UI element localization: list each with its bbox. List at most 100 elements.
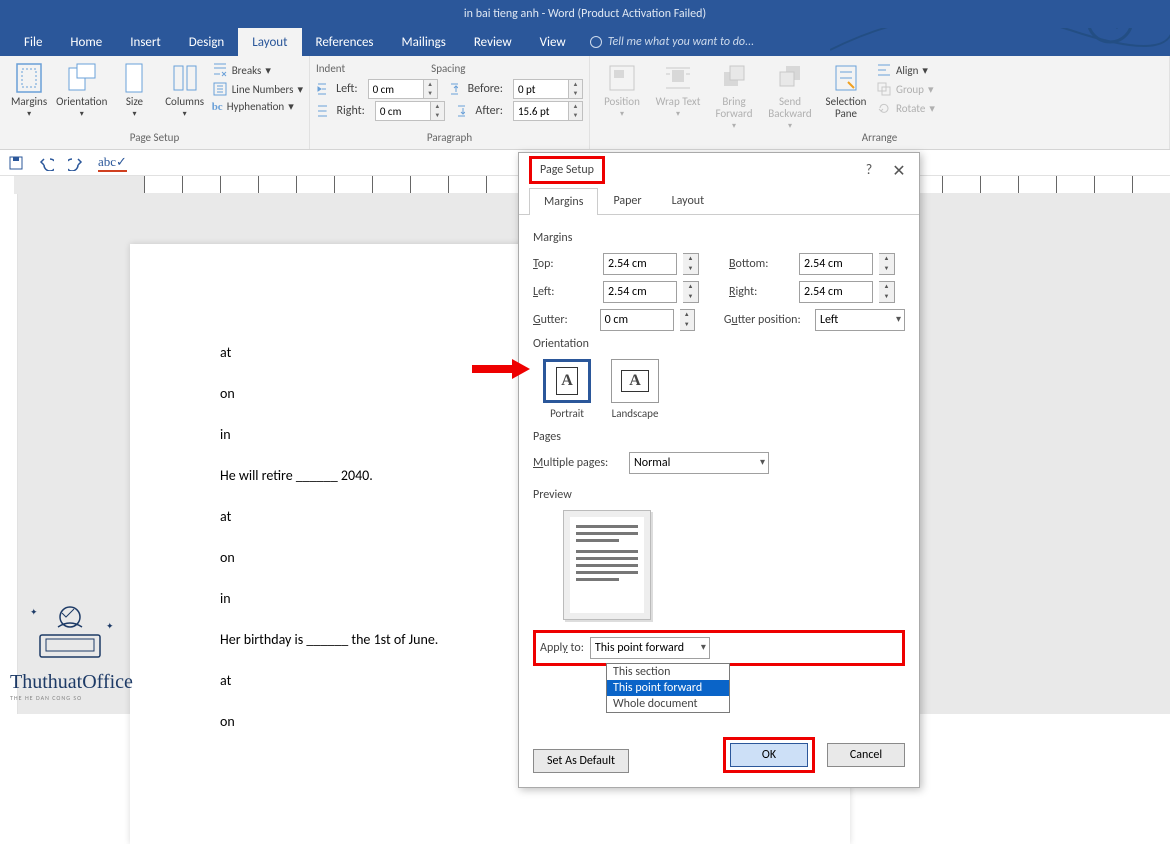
indent-left-input[interactable]: ▲▼ — [368, 79, 438, 99]
tab-view[interactable]: View — [526, 28, 580, 56]
select-gutter-pos[interactable] — [815, 309, 905, 331]
tell-me[interactable]: Tell me what you want to do... — [580, 28, 764, 56]
ok-button[interactable]: OK — [730, 743, 808, 767]
space-after-icon — [455, 103, 466, 119]
apply-to-dropdown: This section This point forward Whole do… — [606, 663, 730, 713]
selection-pane-button[interactable]: Selection Pane — [820, 60, 872, 131]
rotate-button[interactable]: Rotate ▾ — [876, 100, 935, 116]
close-icon[interactable]: ✕ — [889, 161, 909, 181]
tab-review[interactable]: Review — [460, 28, 526, 56]
margins-button[interactable]: Margins▾ — [6, 60, 52, 131]
columns-icon — [169, 62, 201, 94]
input-left[interactable] — [603, 281, 677, 303]
indent-right-icon — [316, 103, 327, 119]
wrap-icon — [662, 62, 694, 94]
tab-mailings[interactable]: Mailings — [388, 28, 460, 56]
tab-insert[interactable]: Insert — [116, 28, 175, 56]
save-icon[interactable] — [8, 155, 24, 171]
group-page-setup: Margins▾ Orientation▾ Size▾ Columns▾ Bre… — [0, 56, 310, 149]
position-button[interactable]: Position▾ — [596, 60, 648, 131]
tab-references[interactable]: References — [302, 28, 388, 56]
indent-right-input[interactable]: ▲▼ — [375, 101, 445, 121]
section-margins: Margins — [533, 231, 905, 245]
dialog-body: Margins Top: ▲▼ Bottom: ▲▼ Left: ▲▼ Righ… — [519, 215, 919, 723]
input-right[interactable] — [799, 281, 873, 303]
redo-icon[interactable] — [68, 155, 84, 171]
orientation-landscape[interactable]: A Landscape — [611, 359, 659, 420]
section-pages: Pages — [533, 430, 905, 444]
bring-icon — [718, 62, 750, 94]
group-icon — [876, 81, 892, 97]
tab-layout[interactable]: Layout — [238, 28, 301, 56]
titlebar: in bai tieng anh - Word (Product Activat… — [0, 0, 1170, 28]
space-before-icon — [448, 81, 458, 97]
align-button[interactable]: Align ▾ — [876, 62, 935, 78]
set-default-button[interactable]: Set As Default — [533, 749, 629, 773]
label-top: Top: — [533, 257, 597, 271]
columns-button[interactable]: Columns▾ — [162, 60, 208, 131]
cancel-button[interactable]: Cancel — [827, 743, 905, 767]
margins-icon — [13, 62, 45, 94]
section-orientation: Orientation — [533, 337, 905, 351]
dialog-tabs: Margins Paper Layout — [519, 187, 919, 215]
orientation-icon — [66, 62, 98, 94]
input-bottom[interactable] — [799, 253, 873, 275]
tab-home[interactable]: Home — [56, 28, 116, 56]
spellcheck-icon[interactable]: abc✓ — [98, 154, 127, 172]
watermark-sub: THE HE DAN CONG SO — [10, 694, 180, 702]
select-multi-pages[interactable] — [629, 452, 769, 474]
input-gutter[interactable] — [600, 309, 674, 331]
apply-opt-whole-document[interactable]: Whole document — [607, 696, 729, 712]
input-top[interactable] — [603, 253, 677, 275]
send-backward-button[interactable]: Send Backward▾ — [764, 60, 816, 131]
bring-forward-button[interactable]: Bring Forward▾ — [708, 60, 760, 131]
tab-file[interactable]: File — [10, 28, 56, 56]
breaks-button[interactable]: Breaks ▾ — [212, 62, 303, 78]
dialog-titlebar[interactable]: Page Setup ? ✕ — [519, 153, 919, 187]
send-icon — [774, 62, 806, 94]
orientation-portrait[interactable]: A Portrait — [543, 359, 591, 420]
ribbon: Margins▾ Orientation▾ Size▾ Columns▾ Bre… — [0, 56, 1170, 150]
dtab-margins[interactable]: Margins — [529, 188, 598, 215]
window-title: in bai tieng anh - Word (Product Activat… — [464, 7, 706, 21]
help-icon[interactable]: ? — [859, 161, 879, 178]
svg-text:✦: ✦ — [30, 607, 38, 618]
preview — [563, 510, 651, 620]
apply-opt-this-section[interactable]: This section — [607, 664, 729, 680]
undo-icon[interactable] — [38, 155, 54, 171]
apply-opt-this-point-forward[interactable]: This point forward — [607, 680, 729, 696]
line-numbers-button[interactable]: Line Numbers ▾ — [212, 81, 303, 97]
rotate-icon — [876, 100, 892, 116]
label-gutter-pos: Gutter position: — [724, 313, 809, 327]
orientation-group: A Portrait A Landscape — [543, 359, 905, 420]
wrap-text-button[interactable]: Wrap Text▾ — [652, 60, 704, 131]
space-before-input[interactable]: ▲▼ — [513, 79, 583, 99]
hyphenation-button[interactable]: bc Hyphenation ▾ — [212, 100, 303, 113]
align-icon — [876, 62, 892, 78]
group-button[interactable]: Group ▾ — [876, 81, 935, 97]
size-icon — [118, 62, 150, 94]
space-after-input[interactable]: ▲▼ — [513, 101, 583, 121]
label-multi-pages: Multiple pages: — [533, 456, 623, 470]
orientation-button[interactable]: Orientation▾ — [56, 60, 107, 131]
watermark-icon: ✦ ✦ — [10, 595, 130, 665]
bulb-icon — [590, 36, 602, 48]
dtab-paper[interactable]: Paper — [598, 187, 656, 214]
select-apply-to[interactable] — [590, 637, 710, 659]
section-preview: Preview — [533, 488, 905, 502]
tab-design[interactable]: Design — [175, 28, 238, 56]
ok-highlight: OK — [723, 737, 815, 773]
dialog-buttons: Set As Default OK Cancel — [519, 723, 919, 787]
spin[interactable]: ▲▼ — [683, 253, 699, 275]
linenum-icon — [212, 81, 228, 97]
spin[interactable]: ▲▼ — [879, 253, 895, 275]
size-button[interactable]: Size▾ — [111, 60, 157, 131]
selpane-icon — [830, 62, 862, 94]
dtab-layout[interactable]: Layout — [657, 187, 720, 214]
position-icon — [606, 62, 638, 94]
spin[interactable]: ▲▼ — [879, 281, 895, 303]
spin[interactable]: ▲▼ — [680, 309, 695, 331]
spin[interactable]: ▲▼ — [683, 281, 699, 303]
apply-to-row: Apply to: — [533, 630, 905, 666]
group-arrange: Position▾ Wrap Text▾ Bring Forward▾ Send… — [590, 56, 1170, 149]
